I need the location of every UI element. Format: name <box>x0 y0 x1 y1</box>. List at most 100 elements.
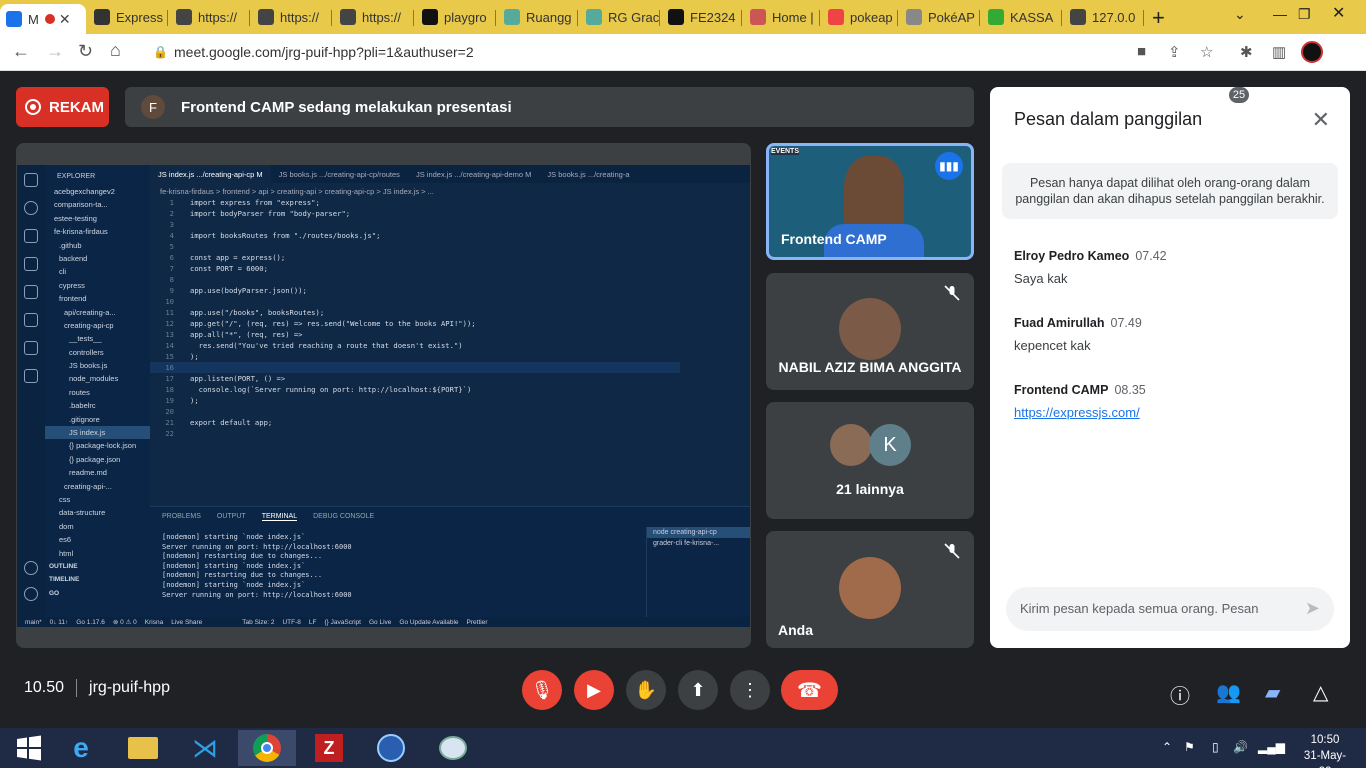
file-tree-item[interactable]: fe-krisna-firdaus <box>45 225 150 238</box>
browser-tab[interactable]: pokeap <box>822 4 898 30</box>
new-tab-button[interactable]: + <box>1152 5 1165 31</box>
more-participants-tile[interactable]: K 21 lainnya <box>766 402 974 519</box>
file-tree-item[interactable]: TIMELINE <box>45 573 150 586</box>
status-item[interactable]: UTF-8 <box>282 619 300 626</box>
file-tree-item[interactable]: html <box>45 547 150 560</box>
panel-tab[interactable]: PROBLEMS <box>162 513 201 521</box>
browser-tab[interactable]: playgro <box>416 4 496 30</box>
taskbar-ie[interactable]: e <box>52 730 110 766</box>
tray-flag-icon[interactable]: ⚑ <box>1184 740 1195 754</box>
panel-tab[interactable]: TERMINAL <box>261 513 298 521</box>
info-icon[interactable]: ⓘ <box>1170 680 1190 709</box>
taskbar-paint[interactable] <box>424 730 482 766</box>
status-item[interactable]: main* <box>25 619 42 626</box>
record-button[interactable]: REKAM <box>16 87 109 127</box>
file-tree-item[interactable]: __tests__ <box>45 332 150 345</box>
reload-icon[interactable]: ↻ <box>78 41 93 62</box>
panel-tab[interactable]: DEBUG CONSOLE <box>313 513 374 521</box>
camera-off-button[interactable]: ▶ <box>574 670 614 710</box>
browser-tab[interactable]: 127.0.0 <box>1064 4 1144 30</box>
browser-tab[interactable]: https:// <box>252 4 332 30</box>
end-call-button[interactable]: ☎ <box>781 670 838 710</box>
file-tree-item[interactable]: GO <box>45 587 150 600</box>
browser-tab[interactable]: https:// <box>334 4 414 30</box>
share-icon[interactable]: ⇪ <box>1168 43 1181 61</box>
participant-tile[interactable]: NABIL AZIZ BIMA ANGGITA <box>766 273 974 390</box>
maximize-button[interactable]: ❐ <box>1298 6 1311 23</box>
chat-input[interactable]: Kirim pesan kepada semua orang. Pesan ➤ <box>1006 587 1334 631</box>
activities-icon[interactable]: △ <box>1313 680 1328 705</box>
status-item[interactable]: Live Share <box>171 619 202 626</box>
browser-tab[interactable]: Ruangg <box>498 4 578 30</box>
file-tree-item[interactable]: {} package-lock.json <box>45 439 150 452</box>
tray-volume-icon[interactable]: 🔊 <box>1233 740 1248 754</box>
file-tree-item[interactable]: creating-api-... <box>45 480 150 493</box>
editor-tab[interactable]: JS books.js .../creating-a <box>539 165 637 183</box>
status-item[interactable]: Go Update Available <box>399 619 458 626</box>
status-item[interactable]: ⊗ 0 ⚠ 0 <box>113 618 137 626</box>
terminal-instance[interactable]: grader-cli fe-krisna-... <box>647 538 750 549</box>
file-tree-item[interactable]: cypress <box>45 279 150 292</box>
profile-avatar[interactable] <box>1301 41 1323 63</box>
lock-icon[interactable]: 🔒 <box>153 45 168 59</box>
browser-tab[interactable]: Home | <box>744 4 820 30</box>
file-tree-item[interactable]: JS index.js <box>45 426 150 440</box>
file-tree-item[interactable]: backend <box>45 252 150 265</box>
file-tree-item[interactable]: readme.md <box>45 466 150 479</box>
status-item[interactable]: Go Live <box>369 619 391 626</box>
self-tile[interactable]: Anda <box>766 531 974 648</box>
file-tree-item[interactable]: .gitignore <box>45 413 150 426</box>
file-tree-item[interactable]: comparison-ta... <box>45 198 150 211</box>
file-tree-item[interactable]: OUTLINE <box>45 560 150 573</box>
start-button[interactable] <box>0 730 58 766</box>
file-tree-item[interactable]: api/creating-a... <box>45 306 150 319</box>
status-item[interactable]: Tab Size: 2 <box>242 619 274 626</box>
file-tree-item[interactable]: data-structure <box>45 506 150 519</box>
taskbar-chrome[interactable] <box>238 730 296 766</box>
raise-hand-button[interactable]: ✋ <box>626 670 666 710</box>
browser-tab[interactable]: PokéAP <box>900 4 980 30</box>
status-item[interactable]: {} JavaScript <box>324 619 361 626</box>
file-tree-item[interactable]: acebgexchangev2 <box>45 185 150 198</box>
people-icon[interactable]: 👥 <box>1216 680 1241 705</box>
tab-search-icon[interactable]: ⌄ <box>1234 6 1246 23</box>
forward-icon[interactable]: → <box>46 41 64 62</box>
taskbar-app[interactable] <box>362 730 420 766</box>
file-tree-item[interactable]: .babelrc <box>45 399 150 412</box>
taskbar-file-explorer[interactable] <box>114 730 172 766</box>
browser-tab[interactable]: RG Grac <box>580 4 660 30</box>
file-tree-item[interactable]: css <box>45 493 150 506</box>
file-tree-item[interactable]: es6 <box>45 533 150 546</box>
close-window-button[interactable]: ✕ <box>1332 3 1345 23</box>
status-item[interactable]: Prettier <box>467 619 488 626</box>
side-panel-icon[interactable]: ▥ <box>1272 43 1286 61</box>
browser-tab[interactable]: Express <box>88 4 168 30</box>
tray-network-icon[interactable]: ▂▄▆ <box>1258 740 1285 754</box>
file-tree-item[interactable]: frontend <box>45 292 150 305</box>
file-tree-item[interactable]: dom <box>45 520 150 533</box>
editor-tab[interactable]: JS index.js .../creating-api-demo M <box>408 165 539 183</box>
back-icon[interactable]: ← <box>12 41 30 62</box>
more-options-button[interactable]: ⋮ <box>730 670 770 710</box>
participant-tile-presenter[interactable]: EVENTS ▮▮▮ Frontend CAMP <box>766 143 974 260</box>
status-item[interactable]: 0↓ 11↑ <box>50 619 69 626</box>
close-icon[interactable]: ✕ <box>1312 107 1330 133</box>
file-tree-item[interactable]: JS books.js <box>45 359 150 372</box>
present-button[interactable]: ⬆ <box>678 670 718 710</box>
taskbar-vscode[interactable]: ⋊ <box>176 730 234 766</box>
file-tree-item[interactable]: routes <box>45 386 150 399</box>
file-tree-item[interactable]: estee-testing <box>45 212 150 225</box>
minimize-button[interactable]: — <box>1273 6 1287 22</box>
chat-icon[interactable]: ▰ <box>1265 680 1280 705</box>
file-tree-item[interactable]: {} package.json <box>45 453 150 466</box>
editor-tab[interactable]: JS books.js .../creating-api-cp/routes <box>271 165 408 183</box>
file-tree-item[interactable]: cli <box>45 265 150 278</box>
file-tree-item[interactable]: creating-api-cp <box>45 319 150 332</box>
tab-close-icon[interactable]: ✕ <box>59 11 71 28</box>
terminal-instance[interactable]: node creating-api-cp <box>647 527 750 538</box>
camera-icon[interactable]: ■ <box>1137 43 1146 60</box>
tray-battery-icon[interactable]: ▯ <box>1212 740 1219 754</box>
bookmark-star-icon[interactable]: ☆ <box>1200 43 1213 61</box>
send-icon[interactable]: ➤ <box>1305 598 1320 619</box>
status-item[interactable]: LF <box>309 619 317 626</box>
